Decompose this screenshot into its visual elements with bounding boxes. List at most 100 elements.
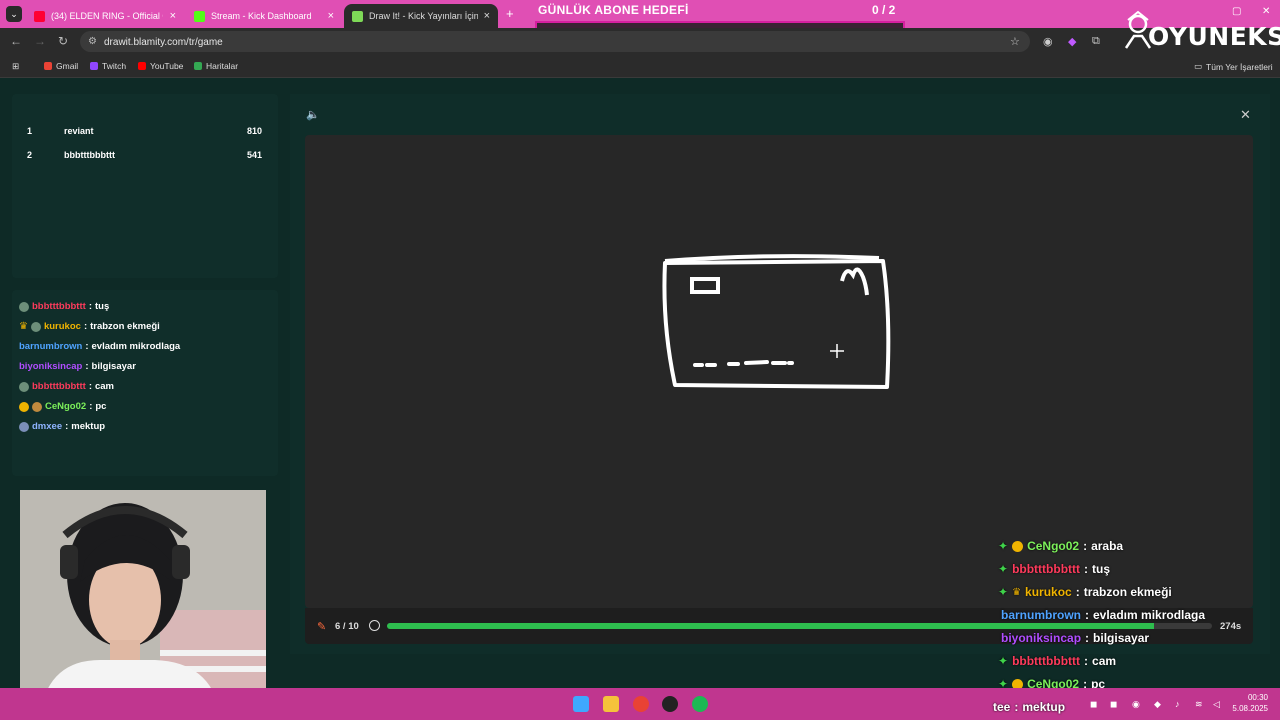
streamer-image: [20, 490, 266, 712]
chat-message: bbbtttbbbttt: cam: [19, 381, 114, 392]
chat-user: kurukoc: [43, 321, 81, 332]
crown-icon: ♛: [19, 321, 28, 332]
bookmark-youtube[interactable]: YouTube: [138, 61, 183, 71]
close-icon[interactable]: ✕: [1240, 107, 1251, 123]
overlay-chat-message: ✦ ♛ kurukoc: trabzon ekmeği: [998, 585, 1172, 599]
site-info-icon[interactable]: ⚙: [88, 36, 97, 47]
steam-icon[interactable]: ◉: [1132, 699, 1140, 710]
badge-icon: [19, 381, 29, 392]
twitch-icon: [90, 62, 98, 70]
bookmark-label: Haritalar: [206, 61, 239, 71]
speaker-icon[interactable]: 🔈: [306, 108, 320, 121]
tab-title: Draw It! - Kick Yayınları İçin Çiz: [369, 11, 478, 21]
apps-icon[interactable]: ⊞: [12, 61, 19, 72]
volume-icon[interactable]: ◁: [1213, 699, 1220, 710]
overlay-chat-message: barnumbrown: evladım mikrodlaga: [1001, 608, 1206, 622]
chat-message: dmxee: mektup: [19, 421, 105, 432]
puzzle-icon[interactable]: ⧉: [1092, 35, 1100, 48]
badge-icon: [1012, 540, 1024, 552]
bookmarks-bar: [0, 55, 1280, 78]
chat-text: trabzon ekmeği: [90, 321, 160, 332]
tab-title: (34) ELDEN RING - Official Gam: [51, 11, 163, 21]
sub-badge-icon: ✦: [998, 585, 1009, 599]
tab-elden-ring[interactable]: (34) ELDEN RING - Official Gam ×: [26, 4, 184, 28]
time-left: 274s: [1220, 621, 1242, 632]
overlay-chat-message: ✦ bbbtttbbbttt: tuş: [998, 562, 1111, 576]
timer-icon: [369, 620, 380, 631]
drawit-icon: [352, 10, 363, 22]
webcam-feed: [20, 490, 266, 712]
chat-text: bilgisayar: [91, 361, 136, 372]
chat-text: mektup: [71, 421, 106, 432]
file-explorer-icon[interactable]: [603, 696, 619, 712]
tray-icon[interactable]: ◼: [1090, 699, 1097, 710]
overlay-chat-message: tee: mektup: [993, 700, 1066, 714]
obs-icon[interactable]: [662, 696, 678, 712]
microphone-icon[interactable]: ♪: [1175, 699, 1180, 709]
badge-icon: [32, 401, 42, 412]
badge-icon: [19, 421, 29, 432]
chat-user: barnumbrown: [1001, 608, 1081, 622]
time-progress-bar: [387, 623, 1212, 629]
tab-list-button[interactable]: ⌄: [6, 6, 22, 22]
chat-text: tuş: [94, 301, 110, 312]
chat-text: araba: [1091, 539, 1124, 553]
kick-icon: [194, 10, 205, 22]
chat-text: pc: [95, 401, 107, 412]
bookmark-label: Twitch: [102, 61, 127, 71]
chat-text: trabzon ekmeği: [1083, 585, 1172, 599]
forward-icon[interactable]: →: [34, 34, 46, 48]
extension-icon[interactable]: ◉: [1043, 35, 1053, 48]
overlay-chat-message: ✦ CeNgo02: araba: [998, 539, 1124, 553]
bookmark-label: YouTube: [150, 61, 184, 71]
clock-time: 00:30: [1247, 693, 1268, 702]
all-bookmarks[interactable]: ▭ Tüm Yer İşaretleri: [1194, 61, 1273, 72]
star-icon[interactable]: ☆: [1010, 35, 1020, 48]
back-icon[interactable]: ←: [10, 34, 22, 48]
pencil-icon: ✎: [317, 621, 327, 633]
overlay-chat-message: biyoniksincap: bilgisayar: [1001, 631, 1150, 645]
chat-text: evladım mikrodlaga: [91, 341, 181, 352]
wifi-icon[interactable]: ≋: [1195, 699, 1203, 710]
goal-count: 0 / 2: [872, 3, 896, 17]
chat-panel: bbbtttbbbttt: tuş ♛ kurukoc: trabzon ekm…: [12, 290, 278, 476]
tray-icon[interactable]: ◆: [1154, 699, 1161, 710]
chat-user: bbbtttbbbttt: [1012, 654, 1081, 668]
spotify-icon[interactable]: [692, 696, 708, 712]
close-icon[interactable]: ×: [484, 10, 490, 22]
bookmark-maps[interactable]: Haritalar: [194, 61, 238, 71]
drawing-canvas[interactable]: [305, 135, 1253, 608]
tray-icon[interactable]: ◼: [1110, 699, 1117, 710]
chat-user: biyoniksincap: [1001, 631, 1082, 645]
url-text[interactable]: drawit.blamity.com/tr/game: [104, 37, 223, 48]
sub-badge-icon: ✦: [998, 539, 1009, 553]
chat-user: bbbtttbbbttt: [32, 381, 86, 392]
close-icon[interactable]: ×: [170, 10, 176, 22]
close-icon[interactable]: ×: [328, 10, 334, 22]
new-tab-button[interactable]: +: [506, 6, 514, 21]
chat-user: biyoniksincap: [19, 361, 83, 372]
bookmark-twitch[interactable]: Twitch: [90, 61, 126, 71]
extension-icon[interactable]: ◆: [1068, 35, 1076, 48]
system-clock[interactable]: 00:30 5.08.2025: [1232, 692, 1268, 714]
folder-icon: ▭: [1194, 61, 1203, 71]
gmail-icon: [44, 62, 52, 70]
bookmark-label: Gmail: [56, 61, 79, 71]
tab-draw-it[interactable]: Draw It! - Kick Yayınları İçin Çiz ×: [344, 4, 498, 28]
leaderboard-row: 2 bbbtttbbbttt 541: [27, 150, 262, 160]
chat-text: cam: [94, 381, 114, 392]
tab-kick-dashboard[interactable]: Stream - Kick Dashboard ×: [186, 4, 342, 28]
sub-badge-icon: ✦: [998, 654, 1009, 668]
start-icon[interactable]: [573, 696, 589, 712]
clock-date: 5.08.2025: [1232, 704, 1268, 713]
sub-badge-icon: ✦: [998, 562, 1009, 576]
player-points: 810: [246, 126, 262, 136]
badge-icon: [30, 321, 41, 332]
badge-icon: [19, 401, 29, 412]
logo-text: OYUNEKS: [1148, 22, 1280, 51]
bookmark-gmail[interactable]: Gmail: [44, 61, 78, 71]
player-name: reviant: [64, 126, 94, 136]
reload-icon[interactable]: ↻: [58, 34, 68, 48]
chrome-icon[interactable]: [633, 696, 649, 712]
chat-user: tee: [993, 700, 1011, 714]
